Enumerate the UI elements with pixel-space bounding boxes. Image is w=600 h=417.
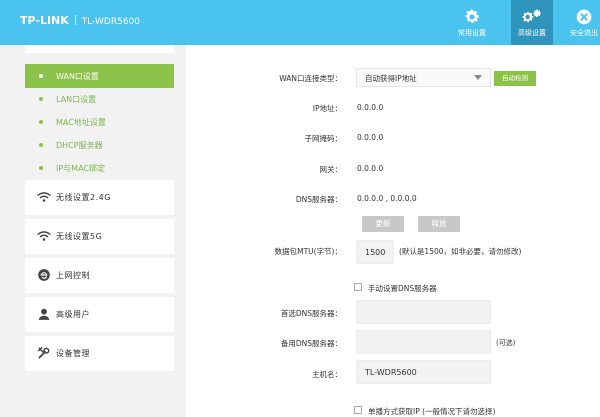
brand: TP-LINK TL-WDR5600 bbox=[20, 14, 140, 27]
mtu-value: 1500 bbox=[365, 248, 386, 257]
renew-button[interactable]: 更新 bbox=[362, 216, 404, 232]
gears-icon bbox=[511, 5, 553, 27]
ip-value: 0.0.0.0 bbox=[357, 103, 384, 112]
mtu-label: 数据包MTU(字节)： bbox=[274, 247, 342, 256]
nav-label: 安全退出 bbox=[570, 29, 598, 37]
close-circle-icon bbox=[568, 5, 600, 27]
top-header: TP-LINK TL-WDR5600 常用设置 高级设置 安全退出 bbox=[0, 0, 600, 45]
sidebar-item-label: DHCP服务器 bbox=[56, 141, 103, 150]
sidebar-item-label: 设备管理 bbox=[56, 349, 90, 358]
nav-common-settings[interactable]: 常用设置 bbox=[451, 0, 493, 45]
nav-label: 高级设置 bbox=[518, 29, 546, 37]
model-name: TL-WDR5600 bbox=[81, 17, 141, 27]
unicast-checkbox[interactable] bbox=[354, 406, 362, 414]
tools-icon bbox=[37, 346, 51, 360]
sidebar-item-label: WAN口设置 bbox=[56, 72, 99, 81]
gateway-label: 网关： bbox=[319, 165, 343, 174]
bullet-icon bbox=[39, 74, 43, 78]
sidebar-item-label: IP与MAC绑定 bbox=[56, 164, 106, 173]
nav-label: 常用设置 bbox=[458, 29, 486, 37]
subnet-mask-value: 0.0.0.0 bbox=[357, 133, 384, 142]
release-button[interactable]: 释放 bbox=[418, 216, 460, 232]
bullet-icon bbox=[39, 120, 43, 124]
dns-label: DNS服务器： bbox=[295, 195, 342, 204]
sidebar-section-top bbox=[25, 45, 174, 53]
sidebar-item-wireless-5g[interactable]: 无线设置5G bbox=[25, 219, 174, 254]
wifi-icon bbox=[37, 190, 51, 204]
bullet-icon bbox=[39, 143, 43, 147]
gateway-value: 0.0.0.0 bbox=[357, 164, 384, 173]
wifi-icon bbox=[37, 229, 51, 243]
user-icon bbox=[37, 307, 51, 321]
sidebar-item-internet-control[interactable]: 上网控制 bbox=[25, 258, 174, 293]
sidebar-item-wireless-24g[interactable]: 无线设置2.4G bbox=[25, 180, 174, 215]
sidebar-item-label: 上网控制 bbox=[56, 271, 90, 280]
sidebar-item-mac[interactable]: MAC地址设置 bbox=[25, 110, 174, 134]
auto-detect-button[interactable]: 自动检测 bbox=[494, 71, 536, 86]
sidebar-item-label: 无线设置2.4G bbox=[56, 193, 111, 202]
nav-logout[interactable]: 安全退出 bbox=[568, 0, 600, 45]
sidebar-item-wan[interactable]: WAN口设置 bbox=[25, 64, 174, 88]
internet-icon bbox=[37, 268, 51, 282]
subnet-mask-label: 子网掩码： bbox=[304, 134, 343, 143]
hostname-value: TL-WDR5600 bbox=[365, 368, 417, 377]
manual-dns-checkbox[interactable] bbox=[354, 283, 362, 291]
wan-type-label: WAN口连接类型： bbox=[279, 74, 342, 83]
bullet-icon bbox=[39, 166, 43, 170]
primary-dns-label: 首选DNS服务器： bbox=[280, 309, 342, 318]
wan-type-select[interactable]: 自动获得IP地址 bbox=[356, 68, 491, 87]
gear-icon bbox=[451, 5, 493, 27]
nav-advanced-settings[interactable]: 高级设置 bbox=[511, 0, 553, 45]
unicast-label: 单播方式获取IP (一般情况下请勿选择) bbox=[368, 407, 496, 416]
brand-logo: TP-LINK bbox=[20, 14, 69, 27]
sidebar-item-dhcp[interactable]: DHCP服务器 bbox=[25, 133, 174, 157]
primary-dns-input[interactable] bbox=[356, 300, 491, 324]
dns-value: 0.0.0.0 , 0.0.0.0 bbox=[357, 194, 417, 203]
optional-note: (可选) bbox=[496, 339, 516, 347]
hostname-input[interactable]: TL-WDR5600 bbox=[356, 360, 491, 384]
bullet-icon bbox=[39, 97, 43, 101]
mtu-note: (默认是1500，如非必要，请勿修改) bbox=[399, 247, 522, 256]
mtu-input[interactable]: 1500 bbox=[356, 240, 394, 264]
sidebar-item-lan[interactable]: LAN口设置 bbox=[25, 87, 174, 111]
sidebar-item-advanced-user[interactable]: 高级用户 bbox=[25, 297, 174, 332]
sidebar-item-ip-mac-binding[interactable]: IP与MAC绑定 bbox=[25, 156, 174, 180]
sidebar-item-label: 高级用户 bbox=[56, 310, 90, 319]
sidebar-item-label: 无线设置5G bbox=[56, 232, 103, 241]
wan-settings-panel: WAN口连接类型： 自动获得IP地址 自动检测 IP地址： 0.0.0.0 子网… bbox=[186, 45, 600, 417]
brand-divider bbox=[74, 15, 76, 25]
sidebar-item-label: MAC地址设置 bbox=[56, 118, 106, 127]
wan-type-value: 自动获得IP地址 bbox=[365, 74, 417, 83]
secondary-dns-input[interactable] bbox=[356, 330, 491, 354]
sidebar-item-device-management[interactable]: 设备管理 bbox=[25, 336, 174, 371]
sidebar-item-label: LAN口设置 bbox=[56, 95, 97, 104]
chevron-down-icon bbox=[474, 75, 482, 80]
manual-dns-label: 手动设置DNS服务器 bbox=[368, 284, 437, 293]
ip-label: IP地址： bbox=[312, 104, 342, 113]
sidebar: WAN口设置 LAN口设置 MAC地址设置 DHCP服务器 IP与MAC绑定 无… bbox=[25, 45, 174, 417]
hostname-label: 主机名： bbox=[312, 370, 342, 379]
secondary-dns-label: 备用DNS服务器： bbox=[280, 339, 342, 348]
